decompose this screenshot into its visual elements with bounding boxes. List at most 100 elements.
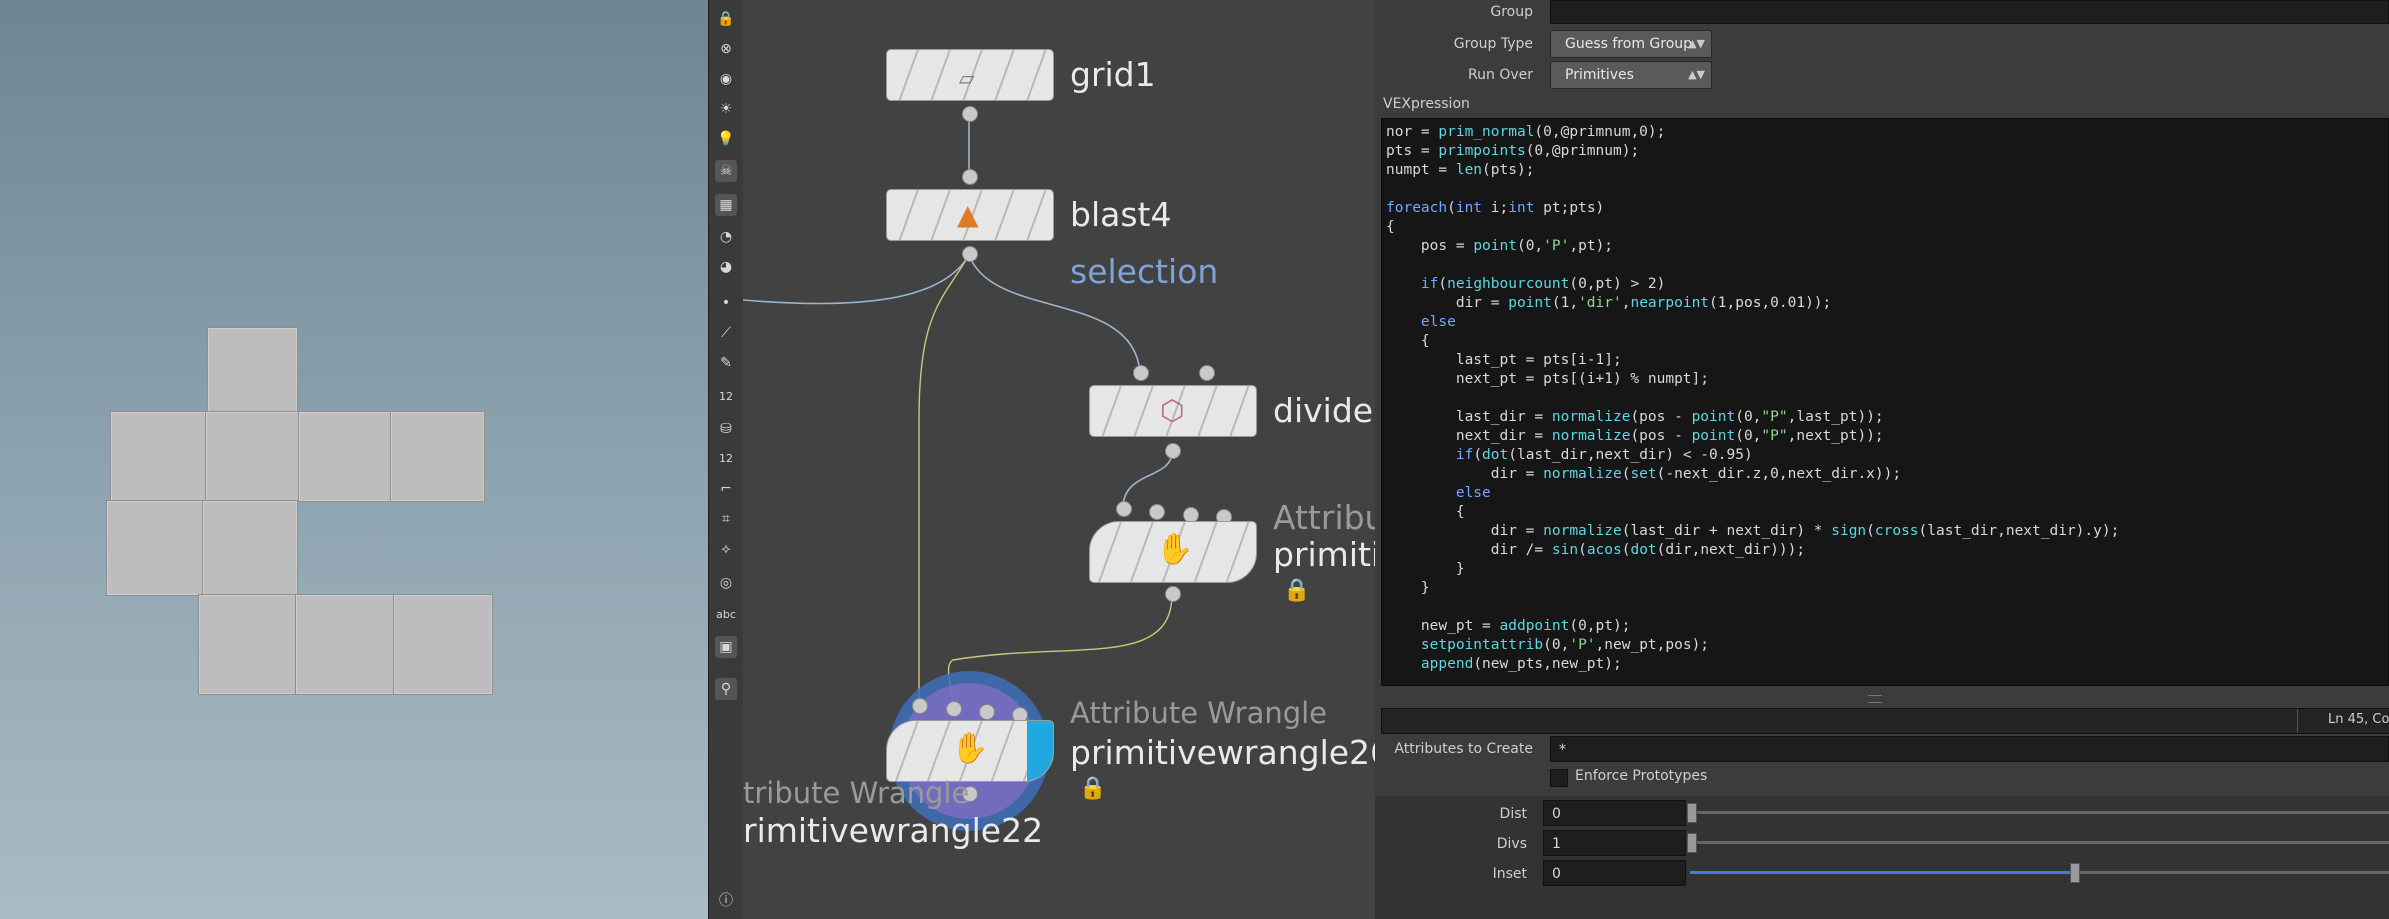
code-line[interactable]: { xyxy=(1386,218,2388,237)
node-label-wrangle26: primitivewrangle26 xyxy=(1070,733,1375,772)
dist-field[interactable]: 0 xyxy=(1543,800,1686,826)
grid-face xyxy=(106,500,204,596)
close-circle-icon[interactable]: ⊗ xyxy=(715,38,737,60)
node-type-wrangle: Attribute xyxy=(1273,498,1375,537)
grid-icon[interactable]: ⌗ xyxy=(715,508,737,530)
port-input[interactable] xyxy=(1199,365,1215,381)
enforce-prototypes-checkbox[interactable] xyxy=(1550,769,1568,787)
port-input[interactable] xyxy=(1149,504,1165,520)
group-field[interactable] xyxy=(1550,0,2389,24)
port-output[interactable] xyxy=(962,246,978,262)
port-output[interactable] xyxy=(962,106,978,122)
pin-icon[interactable]: ⚲ xyxy=(715,678,737,700)
divs-slider[interactable] xyxy=(1690,841,2389,844)
node-grid1[interactable]: ▱ xyxy=(886,49,1054,101)
viewport-toolbar: 🔒 ⊗ ◉ ☀ 💡 ☠ ▦ ◔ ◕ • ⟋ ✎ 12 ⛁ 12 ⌐ ⌗ ⟡ ◎ … xyxy=(708,0,744,919)
status-divider xyxy=(2297,709,2298,733)
port-input[interactable] xyxy=(946,701,962,717)
port-input[interactable] xyxy=(1116,501,1132,517)
image-icon[interactable]: ▣ xyxy=(715,636,737,658)
code-line[interactable]: pos = point(0,'P',pt); xyxy=(1386,237,2388,256)
bucket-icon[interactable]: ⛁ xyxy=(715,418,737,440)
node-blast4[interactable]: ▲ xyxy=(886,189,1054,241)
info-icon[interactable]: ⓘ xyxy=(715,890,737,912)
code-line[interactable]: } xyxy=(1386,560,2388,579)
code-line[interactable]: next_pt = pts[(i+1) % numpt]; xyxy=(1386,370,2388,389)
code-line[interactable]: next_dir = normalize(pos - point(0,"P",n… xyxy=(1386,427,2388,446)
divs-label: Divs xyxy=(1496,836,1527,852)
grid-face xyxy=(198,594,297,695)
inset-slider-handle[interactable] xyxy=(2070,863,2081,883)
port-input[interactable] xyxy=(1133,365,1149,381)
text-icon[interactable]: abc xyxy=(715,604,737,626)
skull-icon[interactable]: ☠ xyxy=(715,160,737,182)
code-line[interactable]: dir = normalize(last_dir + next_dir) * s… xyxy=(1386,522,2388,541)
node-attribute-wrangle[interactable]: ✋ xyxy=(1089,521,1257,583)
code-line[interactable]: } xyxy=(1386,579,2388,598)
dot-icon[interactable]: • xyxy=(715,292,737,314)
circle-icon[interactable]: ◎ xyxy=(715,572,737,594)
code-line[interactable] xyxy=(1386,256,2388,275)
dist-slider-handle[interactable] xyxy=(1687,803,1697,823)
code-line[interactable]: dir = point(1,'dir',nearpoint(1,pos,0.01… xyxy=(1386,294,2388,313)
code-line[interactable]: { xyxy=(1386,503,2388,522)
group-type-menu[interactable]: Guess from Group ▲▼ xyxy=(1550,30,1712,58)
run-over-menu[interactable]: Primitives ▲▼ xyxy=(1550,61,1712,89)
lock-icon[interactable]: 🔒 xyxy=(1079,776,1106,801)
lock-icon[interactable]: 🔒 xyxy=(715,8,737,30)
node-divide[interactable]: ⬡ xyxy=(1089,385,1257,437)
code-line[interactable]: last_pt = pts[i-1]; xyxy=(1386,351,2388,370)
port-output[interactable] xyxy=(1165,586,1181,602)
wrangle-node-icon: ✋ xyxy=(951,731,989,766)
code-line[interactable] xyxy=(1386,180,2388,199)
code-line[interactable]: new_pt = addpoint(0,pt); xyxy=(1386,617,2388,636)
port-input[interactable] xyxy=(912,698,928,714)
divide-node-icon: ⬡ xyxy=(1160,394,1185,427)
camera-icon[interactable]: ◔ xyxy=(715,226,737,248)
code-line[interactable]: foreach(int i;int pt;pts) xyxy=(1386,199,2388,218)
code-line[interactable]: numpt = len(pts); xyxy=(1386,161,2388,180)
code-line[interactable]: dir /= sin(acos(dot(dir,next_dir))); xyxy=(1386,541,2388,560)
port-input[interactable] xyxy=(962,169,978,185)
attributes-to-create-field[interactable]: * xyxy=(1550,736,2389,762)
number-icon[interactable]: 12 xyxy=(715,386,737,408)
vex-code-editor[interactable]: nor = prim_normal(0,@primnum,0); pts = pr… xyxy=(1381,118,2389,686)
code-line[interactable]: else xyxy=(1386,484,2388,503)
code-line[interactable]: setpointattrib(0,'P',new_pt,pos); xyxy=(1386,636,2388,655)
network-editor[interactable]: ▱ grid1 ▲ blast4 selection ⬡ divide ✋ At… xyxy=(743,0,1375,919)
code-line[interactable] xyxy=(1386,598,2388,617)
code-line[interactable]: { xyxy=(1386,332,2388,351)
grid-face xyxy=(110,411,207,502)
camera-alt-icon[interactable]: ◕ xyxy=(715,256,737,278)
divs-slider-handle[interactable] xyxy=(1687,833,1697,853)
divs-field[interactable]: 1 xyxy=(1543,830,1686,856)
code-line[interactable]: if(dot(last_dir,next_dir) < -0.95) xyxy=(1386,446,2388,465)
pen-icon[interactable]: ✎ xyxy=(715,352,737,374)
joint-icon[interactable]: ⟡ xyxy=(715,538,737,560)
inset-field[interactable]: 0 xyxy=(1543,860,1686,886)
lock-icon[interactable]: 🔒 xyxy=(1283,578,1310,603)
code-resize-handle[interactable] xyxy=(1868,695,1882,703)
port-output[interactable] xyxy=(1165,443,1181,459)
code-line[interactable]: if(neighbourcount(0,pt) > 2) xyxy=(1386,275,2388,294)
bulb-icon[interactable]: 💡 xyxy=(715,128,737,150)
port-input[interactable] xyxy=(979,704,995,720)
sphere-icon[interactable]: ◉ xyxy=(715,68,737,90)
number-alt-icon[interactable]: 12 xyxy=(715,448,737,470)
code-line[interactable]: append(new_pts,new_pt); xyxy=(1386,655,2388,674)
display-flag[interactable] xyxy=(1027,721,1053,781)
dist-slider[interactable] xyxy=(1690,811,2389,814)
code-line[interactable]: nor = prim_normal(0,@primnum,0); xyxy=(1386,123,2388,142)
node-primitivewrangle26[interactable]: ✋ xyxy=(886,720,1054,782)
light-icon[interactable]: ☀ xyxy=(715,98,737,120)
code-line[interactable]: last_dir = normalize(pos - point(0,"P",l… xyxy=(1386,408,2388,427)
brush-icon[interactable]: ⟋ xyxy=(715,322,737,344)
code-line[interactable]: pts = primpoints(0,@primnum); xyxy=(1386,142,2388,161)
curve-icon[interactable]: ⌐ xyxy=(715,478,737,500)
code-line[interactable]: dir = normalize(set(-next_dir.z,0,next_d… xyxy=(1386,465,2388,484)
code-line[interactable]: else xyxy=(1386,313,2388,332)
grid-face xyxy=(298,411,392,502)
checker-icon[interactable]: ▦ xyxy=(715,194,737,216)
viewport-3d[interactable] xyxy=(0,0,708,919)
code-line[interactable] xyxy=(1386,389,2388,408)
